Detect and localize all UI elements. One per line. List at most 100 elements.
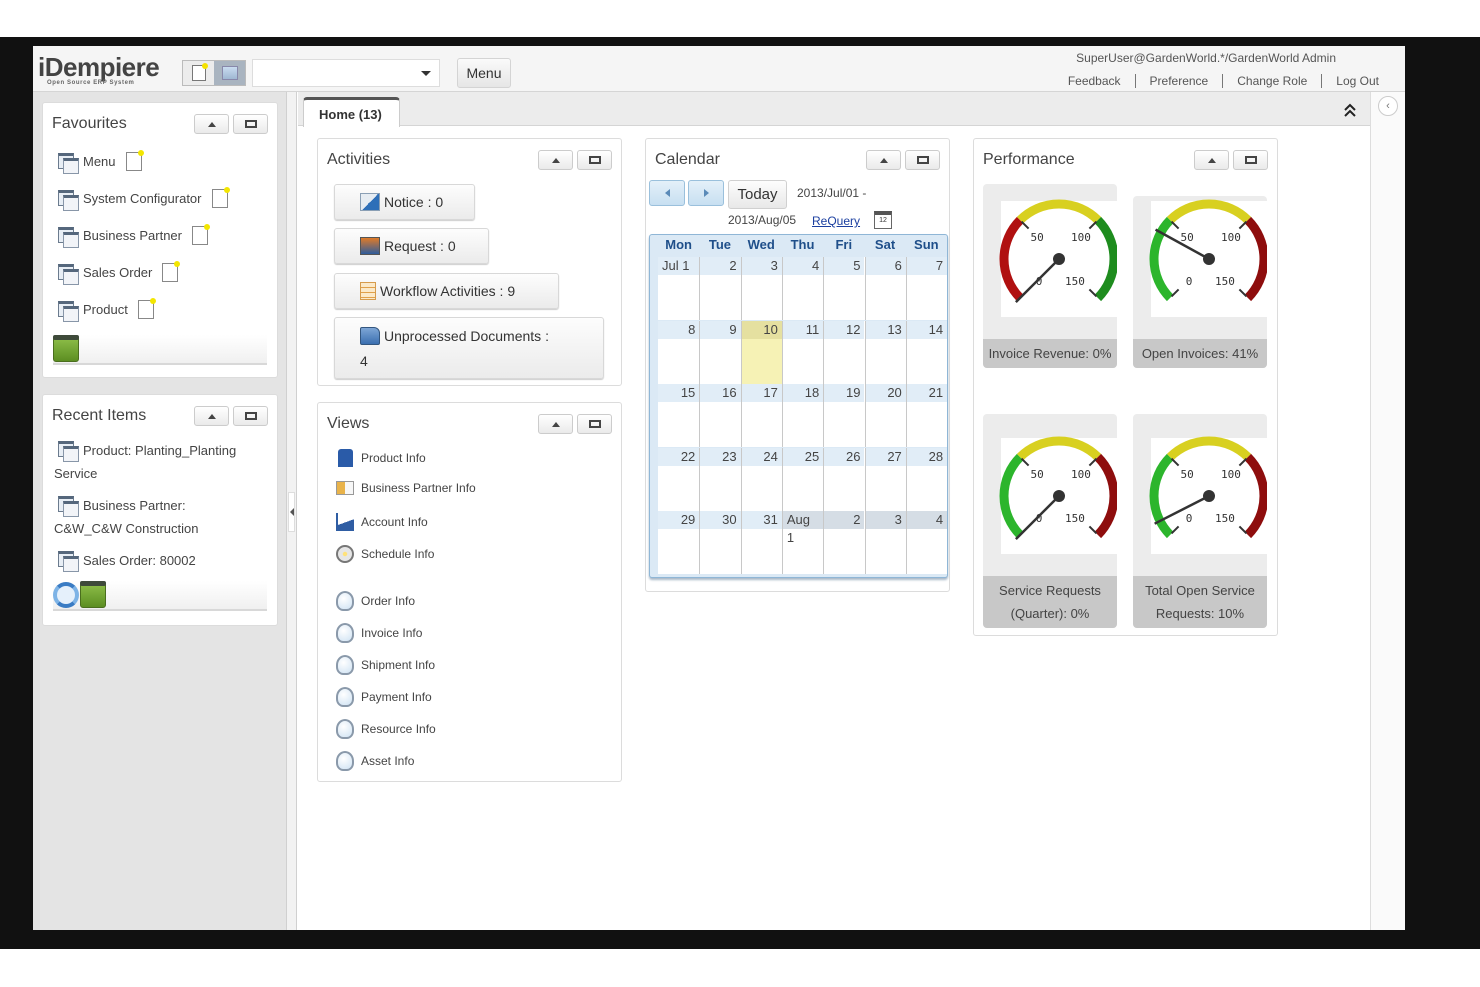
calendar-day-cell[interactable]: 13 — [864, 320, 906, 384]
calendar-next-button[interactable] — [688, 180, 724, 206]
collapse-button[interactable] — [538, 150, 573, 170]
new-record-icon[interactable] — [137, 298, 156, 319]
new-record-button[interactable] — [183, 61, 214, 85]
calendar-day-cell[interactable]: 10 — [740, 320, 782, 384]
calendar-day-cell[interactable]: 24 — [740, 447, 782, 511]
calendar-day-cell[interactable]: 26 — [823, 447, 865, 511]
calendar-day-cell[interactable]: 25 — [781, 447, 824, 511]
recent-item[interactable]: Product: Planting_Planting Service — [54, 439, 254, 485]
gauge-card[interactable]: 0 50 100 150 Total Open Service Requests: 10… — [1133, 414, 1267, 628]
maximize-button[interactable] — [905, 150, 940, 170]
menu-button[interactable]: Menu — [457, 58, 511, 88]
calendar-day-cell[interactable]: 21 — [905, 384, 948, 448]
calendar-day-cell[interactable]: 2 — [699, 257, 741, 320]
view-resource-info[interactable]: Resource Info — [336, 719, 436, 739]
collapse-button[interactable] — [1194, 150, 1229, 170]
today-button[interactable]: Today — [728, 180, 787, 209]
view-payment-info[interactable]: Payment Info — [336, 687, 432, 707]
recent-item[interactable]: Business Partner: C&W_C&W Construction — [54, 494, 254, 540]
calendar-day-cell[interactable]: 7 — [905, 257, 948, 320]
calendar-day-cell[interactable]: 4 — [781, 257, 824, 320]
collapse-button[interactable] — [194, 406, 229, 426]
calendar-day-cell[interactable]: 11 — [781, 320, 824, 384]
tab-home[interactable]: Home (13) — [303, 97, 400, 127]
change-role-link[interactable]: Change Role — [1222, 74, 1321, 88]
expand-right-panel-button[interactable]: ‹ — [1378, 96, 1398, 116]
calendar-day-cell[interactable]: 22 — [658, 447, 700, 511]
view-shipment-info[interactable]: Shipment Info — [336, 655, 435, 675]
favourite-item[interactable]: Menu — [58, 150, 144, 174]
logout-link[interactable]: Log Out — [1321, 74, 1393, 88]
maximize-button[interactable] — [577, 414, 612, 434]
calendar-day-cell[interactable]: 23 — [699, 447, 741, 511]
global-search-combobox[interactable] — [252, 59, 440, 87]
favourite-item[interactable]: Business Partner — [58, 224, 210, 248]
gauge-card[interactable]: 0 50 100 150 Open Invoices: 41% — [1133, 196, 1267, 368]
new-record-icon[interactable] — [125, 150, 144, 171]
new-record-icon[interactable] — [211, 187, 230, 208]
calendar-icon[interactable]: 12 — [874, 211, 892, 229]
gauge-card[interactable]: 0 50 100 150 Service Requests (Quarter): 0% — [983, 414, 1117, 628]
view-schedule-info[interactable]: Schedule Info — [336, 545, 434, 563]
view-asset-info[interactable]: Asset Info — [336, 751, 414, 771]
collapse-button[interactable] — [866, 150, 901, 170]
calendar-day-cell[interactable]: 29 — [658, 511, 700, 574]
favourite-item[interactable]: System Configurator — [58, 187, 230, 211]
calendar-day-cell[interactable]: 12 — [823, 320, 865, 384]
requery-link[interactable]: ReQuery — [812, 214, 860, 228]
calendar-day-cell[interactable]: 17 — [740, 384, 782, 448]
preference-link[interactable]: Preference — [1134, 74, 1223, 88]
calendar-day-cell[interactable]: 4 — [905, 511, 948, 575]
double-chevron-up-icon[interactable] — [1344, 103, 1356, 117]
maximize-button[interactable] — [577, 150, 612, 170]
collapse-button[interactable] — [538, 414, 573, 434]
sidebar-splitter[interactable] — [287, 92, 297, 930]
new-record-icon[interactable] — [192, 224, 210, 245]
calendar-day-cell[interactable]: 8 — [658, 320, 700, 384]
notice-button[interactable]: Notice : 0 — [334, 184, 475, 220]
refresh-icon[interactable] — [53, 582, 79, 608]
calendar-day-cell[interactable]: 3 — [740, 257, 782, 320]
maximize-button[interactable] — [233, 114, 268, 134]
chevron-down-icon[interactable] — [421, 71, 431, 76]
calendar-day-cell[interactable]: 27 — [864, 447, 906, 511]
new-record-icon[interactable] — [162, 261, 181, 282]
view-product-info[interactable]: Product Info — [336, 449, 426, 467]
recent-item[interactable]: Sales Order: 80002 — [54, 549, 254, 572]
favourite-item[interactable]: Product — [58, 298, 156, 322]
unprocessed-documents-button[interactable]: Unprocessed Documents : 4 — [334, 317, 604, 379]
view-account-info[interactable]: Account Info — [336, 513, 428, 531]
calendar-day-cell[interactable]: 5 — [823, 257, 865, 320]
recycle-bin-icon[interactable] — [53, 335, 79, 362]
calendar-day-cell[interactable]: 3 — [864, 511, 906, 575]
calendar-day-cell[interactable]: 16 — [699, 384, 741, 448]
calendar-day-cell[interactable]: 14 — [905, 320, 948, 384]
gauge-card[interactable]: 0 50 100 150 Invoice Revenue: 0% — [983, 184, 1117, 368]
calendar-day-cell[interactable]: 19 — [823, 384, 865, 448]
recycle-bin-icon[interactable] — [80, 581, 106, 608]
maximize-button[interactable] — [233, 406, 268, 426]
collapse-sidebar-handle[interactable] — [288, 492, 295, 532]
favourite-item[interactable]: Sales Order — [58, 261, 181, 285]
calendar-day-cell[interactable]: Jul 1 — [658, 257, 700, 320]
calendar-day-cell[interactable]: 18 — [781, 384, 824, 448]
view-invoice-info[interactable]: Invoice Info — [336, 623, 422, 643]
calendar-day-cell[interactable]: 20 — [864, 384, 906, 448]
calendar-day-cell[interactable]: 30 — [699, 511, 741, 575]
calendar-day-cell[interactable]: 6 — [864, 257, 906, 320]
calendar-day-cell[interactable]: Aug 1 — [781, 511, 824, 575]
maximize-button[interactable] — [1233, 150, 1268, 170]
view-order-info[interactable]: Order Info — [336, 591, 415, 611]
calendar-day-cell[interactable]: 28 — [905, 447, 948, 511]
calendar-day-cell[interactable]: 2 — [823, 511, 865, 575]
calendar-day-cell[interactable]: 9 — [699, 320, 741, 384]
logo[interactable]: iDempiere Open Source ERP System — [38, 54, 160, 86]
collapse-button[interactable] — [194, 114, 229, 134]
feedback-link[interactable]: Feedback — [1054, 74, 1135, 88]
window-button[interactable] — [214, 61, 245, 85]
calendar-prev-button[interactable] — [649, 180, 685, 206]
calendar-day-cell[interactable]: 15 — [658, 384, 700, 447]
workflow-activities-button[interactable]: Workflow Activities : 9 — [334, 273, 559, 309]
view-business-partner-info[interactable]: Business Partner Info — [336, 481, 476, 495]
request-button[interactable]: Request : 0 — [334, 228, 489, 264]
